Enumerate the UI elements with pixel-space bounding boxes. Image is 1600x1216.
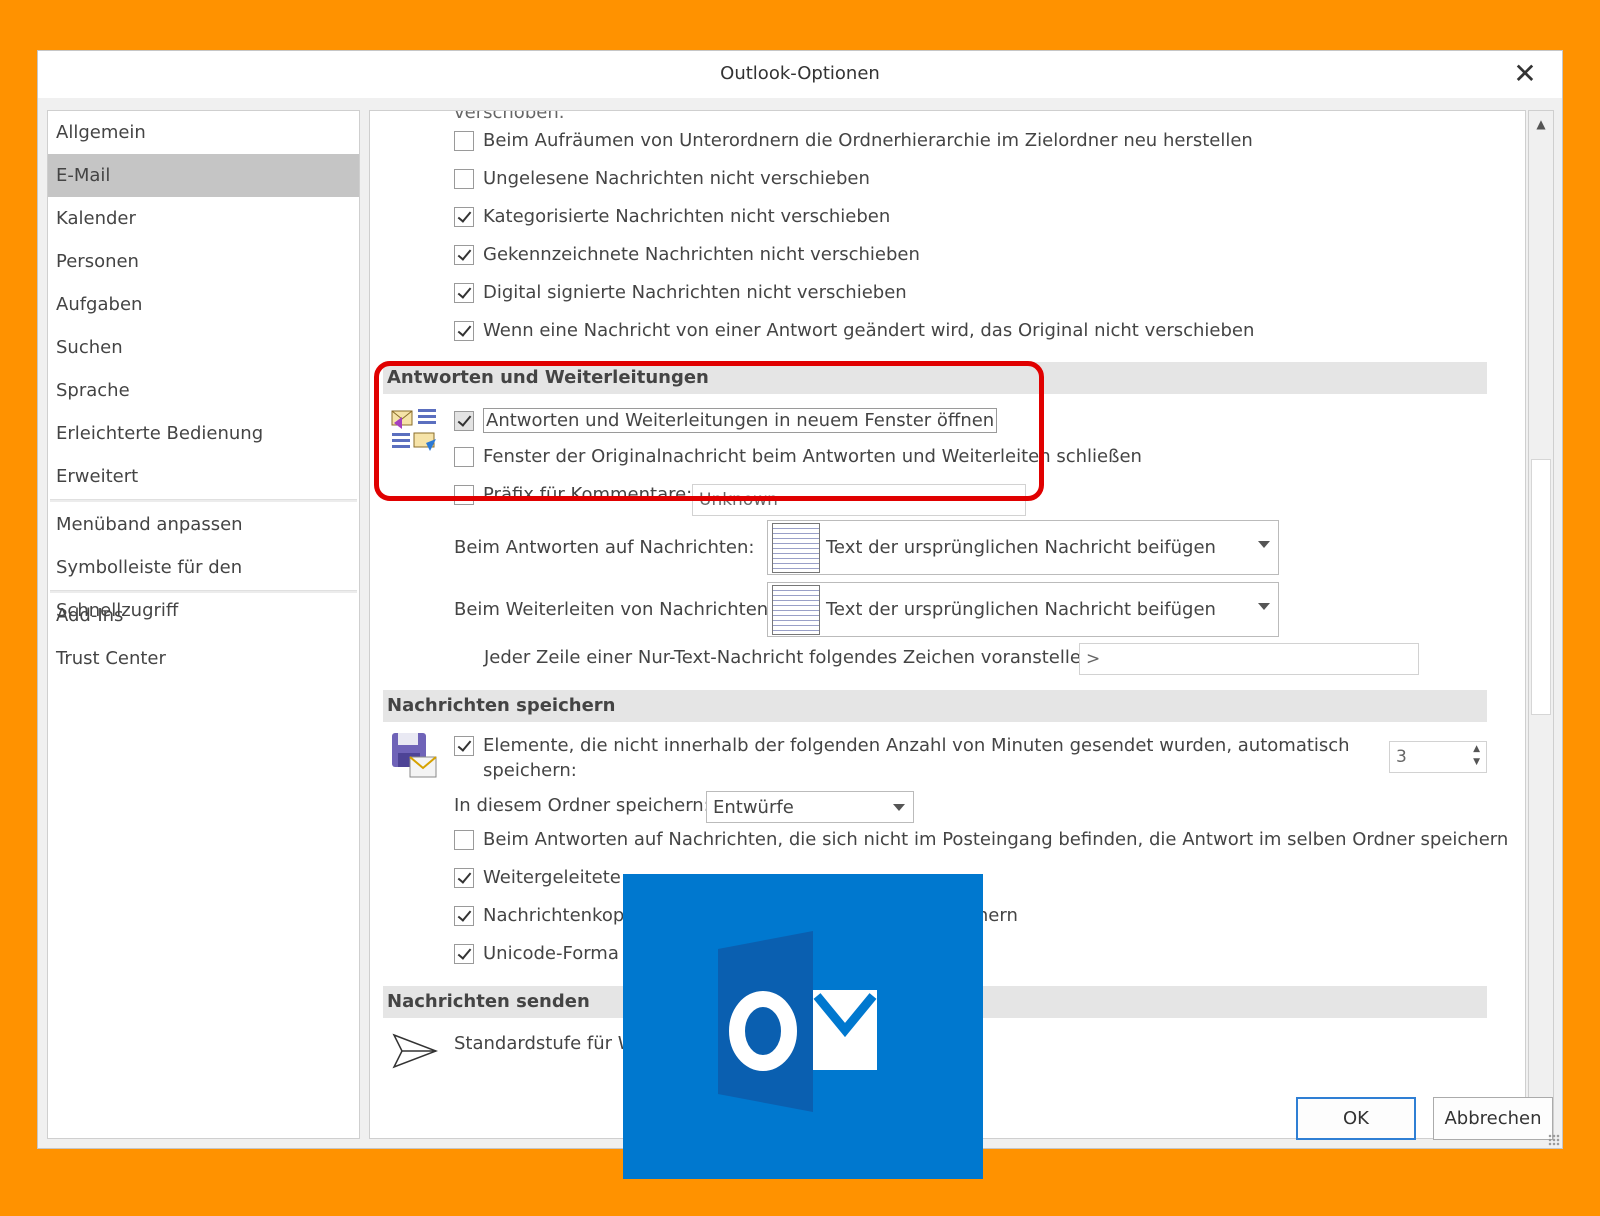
resize-grip-icon[interactable] [1548, 1134, 1560, 1146]
checkbox-row: Gekennzeichnete Nachrichten nicht versch… [454, 244, 920, 265]
checkbox-label: Beim Antworten auf Nachrichten, die sich… [483, 829, 1509, 850]
checkbox-label: Beim Aufräumen von Unterordnern die Ordn… [483, 130, 1253, 151]
checkbox-autosave[interactable] [454, 735, 474, 756]
dropdown-value: Text der ursprünglichen Nachricht beifüg… [826, 537, 1216, 558]
checkbox-row: Elemente, die nicht innerhalb der folgen… [454, 735, 1350, 756]
vertical-scrollbar[interactable]: ▲ ▼ [1528, 110, 1554, 1139]
nav-item-erleichterte-bedienung[interactable]: Erleichterte Bedienung [48, 412, 359, 455]
nav-item-email[interactable]: E-Mail [48, 154, 359, 197]
checkbox-reply-same-folder[interactable] [454, 829, 474, 850]
folder-label: In diesem Ordner speichern: [454, 795, 710, 816]
checkbox-row: Unicode-Forma [454, 943, 619, 964]
checkbox-modified-original[interactable] [454, 320, 474, 341]
checkbox-restore-hierarchy[interactable] [454, 130, 474, 151]
scroll-up-icon[interactable]: ▲ [1529, 111, 1553, 137]
checkbox-row: Beim Aufräumen von Unterordnern die Ordn… [454, 130, 1253, 151]
stepper-arrows-icon[interactable]: ▲ ▼ [1473, 743, 1480, 769]
checkbox-label: Weitergeleitete [483, 867, 621, 888]
checkbox-save-forwarded[interactable] [454, 867, 474, 888]
checkbox-label: Wenn eine Nachricht von einer Antwort ge… [483, 320, 1255, 341]
stepper-value: 3 [1396, 747, 1407, 767]
nav-item-allgemein[interactable]: Allgemein [48, 111, 359, 154]
prefix-char-input[interactable]: > [1079, 643, 1419, 675]
checkbox-categorized[interactable] [454, 206, 474, 227]
checkbox-save-copies[interactable] [454, 905, 474, 926]
checkbox-label: Elemente, die nicht innerhalb der folgen… [483, 735, 1350, 756]
title-bar: Outlook-Optionen ✕ [38, 51, 1562, 98]
checkbox-label: Digital signierte Nachrichten nicht vers… [483, 282, 907, 303]
chevron-down-icon [1258, 541, 1270, 548]
nav-item-add-ins[interactable]: Add-Ins [48, 594, 359, 637]
dropdown-value: Text der ursprünglichen Nachricht beifüg… [826, 599, 1216, 620]
nav-item-suchen[interactable]: Suchen [48, 326, 359, 369]
checkbox-row: Wenn eine Nachricht von einer Antwort ge… [454, 320, 1254, 341]
cut-off-text: verschoben. [454, 110, 565, 123]
scrollbar-thumb[interactable] [1531, 459, 1551, 715]
autosave-minutes-stepper[interactable]: 3 ▲ ▼ [1389, 741, 1487, 773]
cancel-button[interactable]: Abbrechen [1433, 1097, 1553, 1140]
close-icon[interactable]: ✕ [1512, 59, 1538, 89]
message-preview-icon [772, 584, 820, 635]
nav-item-aufgaben[interactable]: Aufgaben [48, 283, 359, 326]
nav-item-menueband[interactable]: Menüband anpassen [48, 503, 359, 546]
nav-item-schnellzugriff[interactable]: Symbolleiste für den Schnellzugriff [48, 546, 359, 621]
checkbox-flagged[interactable] [454, 244, 474, 265]
send-icon [392, 1033, 438, 1069]
on-forward-label: Beim Weiterleiten von Nachrichten: [454, 599, 775, 620]
nav-item-personen[interactable]: Personen [48, 240, 359, 283]
checkbox-label-continued: speichern: [483, 760, 577, 781]
chevron-down-icon [1258, 603, 1270, 610]
message-preview-icon [772, 522, 820, 573]
nav-item-kalender[interactable]: Kalender [48, 197, 359, 240]
outlook-logo-icon [718, 931, 877, 1112]
checkbox-row: Kategorisierte Nachrichten nicht verschi… [454, 206, 890, 227]
checkbox-row: Digital signierte Nachrichten nicht vers… [454, 282, 907, 303]
checkbox-row: Ungelesene Nachrichten nicht verschieben [454, 168, 870, 189]
checkbox-signed[interactable] [454, 282, 474, 303]
checkbox-label: Unicode-Forma [483, 943, 619, 964]
checkbox-label: Nachrichtenkop [483, 905, 625, 926]
on-reply-label: Beim Antworten auf Nachrichten: [454, 537, 755, 558]
checkbox-row: Nachrichtenkop [454, 905, 624, 926]
importance-label: Standardstufe für W [454, 1033, 636, 1054]
checkbox-label: Ungelesene Nachrichten nicht verschieben [483, 168, 870, 189]
nav-item-erweitert[interactable]: Erweitert [48, 455, 359, 498]
save-folder-dropdown[interactable]: Entwürfe [706, 791, 914, 823]
nav-item-sprache[interactable]: Sprache [48, 369, 359, 412]
ok-button[interactable]: OK [1296, 1097, 1416, 1140]
category-nav: Allgemein E-Mail Kalender Personen Aufga… [47, 110, 360, 1139]
on-reply-dropdown[interactable]: Text der ursprünglichen Nachricht beifüg… [767, 520, 1279, 575]
nav-divider [50, 499, 357, 502]
outlook-logo [623, 874, 983, 1179]
checkbox-unicode[interactable] [454, 943, 474, 964]
save-messages-icon [392, 733, 437, 778]
dropdown-value: Entwürfe [713, 796, 794, 818]
nav-item-trust-center[interactable]: Trust Center [48, 637, 359, 680]
chevron-down-icon [893, 804, 905, 811]
section-header-save: Nachrichten speichern [383, 690, 1487, 722]
highlight-frame [374, 361, 1044, 501]
checkbox-unread[interactable] [454, 168, 474, 189]
prefix-char-label: Jeder Zeile einer Nur-Text-Nachricht fol… [484, 647, 1099, 668]
on-forward-dropdown[interactable]: Text der ursprünglichen Nachricht beifüg… [767, 582, 1279, 637]
checkbox-row: Weitergeleitete [454, 867, 621, 888]
checkbox-label: Kategorisierte Nachrichten nicht verschi… [483, 206, 891, 227]
dialog-title: Outlook-Optionen [720, 63, 880, 84]
checkbox-row: Beim Antworten auf Nachrichten, die sich… [454, 829, 1508, 850]
checkbox-label: Gekennzeichnete Nachrichten nicht versch… [483, 244, 920, 265]
